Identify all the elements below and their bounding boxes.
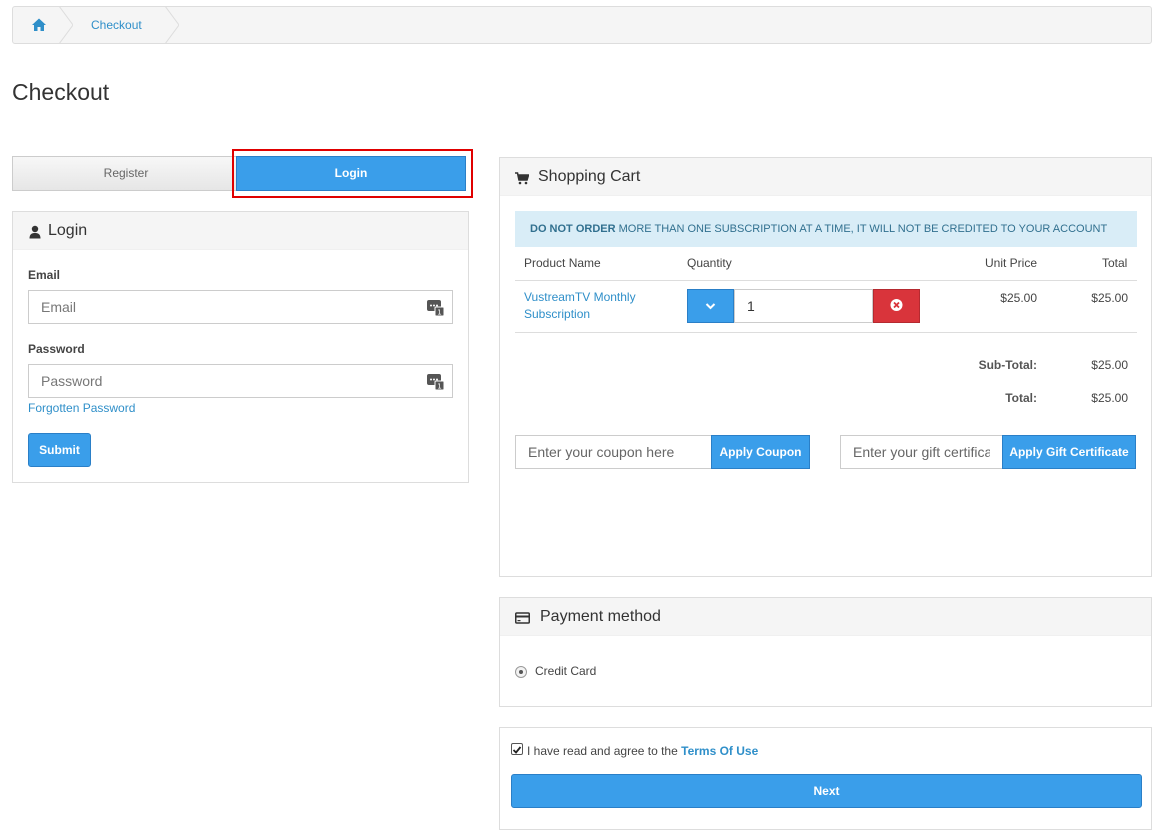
terms-panel: I have read and agree to the Terms Of Us… xyxy=(499,727,1152,830)
credit-card-icon xyxy=(515,611,530,625)
gift-certificate-input[interactable] xyxy=(841,436,1002,468)
product-name-link[interactable]: VustreamTV Monthly Subscription xyxy=(524,289,664,323)
checkmark-icon xyxy=(512,746,522,754)
total-label: Total: xyxy=(1005,391,1037,405)
alert-emphasis: DO NOT ORDER xyxy=(530,223,616,235)
login-panel-title: Login xyxy=(48,222,88,239)
payment-method-panel: Payment method Credit Card xyxy=(499,597,1152,707)
login-panel: Login Email 1 Password 1 Forgotten Passw… xyxy=(12,211,469,483)
order-alert: DO NOT ORDER MORE THAN ONE SUBSCRIPTION … xyxy=(515,211,1137,247)
col-quantity: Quantity xyxy=(687,256,732,270)
remove-circle-icon xyxy=(890,299,903,311)
breadcrumb-separator xyxy=(59,6,73,44)
terms-text: I have read and agree to the Terms Of Us… xyxy=(527,744,758,758)
quantity-update-button[interactable] xyxy=(687,289,734,323)
svg-text:1: 1 xyxy=(437,383,441,391)
payment-panel-header: Payment method xyxy=(500,598,1151,636)
breadcrumb-checkout-link[interactable]: Checkout xyxy=(91,18,142,32)
subtotal-label: Sub-Total: xyxy=(978,358,1037,372)
terms-statement: I have read and agree to the xyxy=(527,744,682,758)
credit-card-label[interactable]: Credit Card xyxy=(535,664,596,678)
password-field-wrap: 1 xyxy=(28,364,453,398)
email-label: Email xyxy=(28,268,61,282)
table-divider xyxy=(515,332,1137,333)
home-icon[interactable] xyxy=(31,17,47,33)
svg-text:1: 1 xyxy=(437,309,441,317)
breadcrumb: Checkout xyxy=(12,6,1152,44)
submit-button[interactable]: Submit xyxy=(28,433,91,467)
coupon-input[interactable] xyxy=(516,436,711,468)
remove-item-button[interactable] xyxy=(873,289,920,323)
user-icon xyxy=(28,225,42,239)
terms-of-use-link[interactable]: Terms Of Use xyxy=(681,744,758,758)
password-field[interactable] xyxy=(29,365,452,397)
subtotal-value: $25.00 xyxy=(1091,358,1128,372)
password-manager-icon[interactable]: 1 xyxy=(427,373,445,391)
col-total: Total xyxy=(1102,256,1128,270)
credit-card-radio[interactable] xyxy=(515,666,527,678)
tab-login[interactable]: Login xyxy=(236,156,466,191)
apply-coupon-button[interactable]: Apply Coupon xyxy=(711,435,810,469)
item-total: $25.00 xyxy=(1091,291,1128,305)
terms-checkbox[interactable] xyxy=(511,743,523,755)
shopping-cart-panel: Shopping Cart DO NOT ORDER MORE THAN ONE… xyxy=(499,157,1152,577)
payment-panel-title: Payment method xyxy=(540,608,661,625)
email-field-wrap: 1 xyxy=(28,290,453,324)
total-value: $25.00 xyxy=(1091,391,1128,405)
table-divider xyxy=(515,280,1137,281)
email-field[interactable] xyxy=(29,291,452,323)
col-unit-price: Unit Price xyxy=(985,256,1038,270)
breadcrumb-separator xyxy=(165,6,179,44)
coupon-field-wrap xyxy=(515,435,712,469)
col-product-name: Product Name xyxy=(524,256,601,270)
forgotten-password-link[interactable]: Forgotten Password xyxy=(28,401,135,415)
password-manager-icon[interactable]: 1 xyxy=(427,299,445,317)
chevron-down-icon xyxy=(705,303,716,310)
quantity-input[interactable]: 1 xyxy=(734,289,873,323)
apply-gift-certificate-button[interactable]: Apply Gift Certificate xyxy=(1002,435,1136,469)
login-panel-header: Login xyxy=(13,212,468,250)
tab-register[interactable]: Register xyxy=(12,156,240,191)
cart-panel-header: Shopping Cart xyxy=(500,158,1151,196)
page-title: Checkout xyxy=(12,79,110,105)
cart-panel-title: Shopping Cart xyxy=(538,168,641,185)
alert-text: MORE THAN ONE SUBSCRIPTION AT A TIME, IT… xyxy=(615,223,1108,235)
gift-field-wrap xyxy=(840,435,1003,469)
cart-icon xyxy=(515,171,530,185)
next-button[interactable]: Next xyxy=(511,774,1142,808)
password-label: Password xyxy=(28,342,85,356)
item-unit-price: $25.00 xyxy=(1000,291,1037,305)
